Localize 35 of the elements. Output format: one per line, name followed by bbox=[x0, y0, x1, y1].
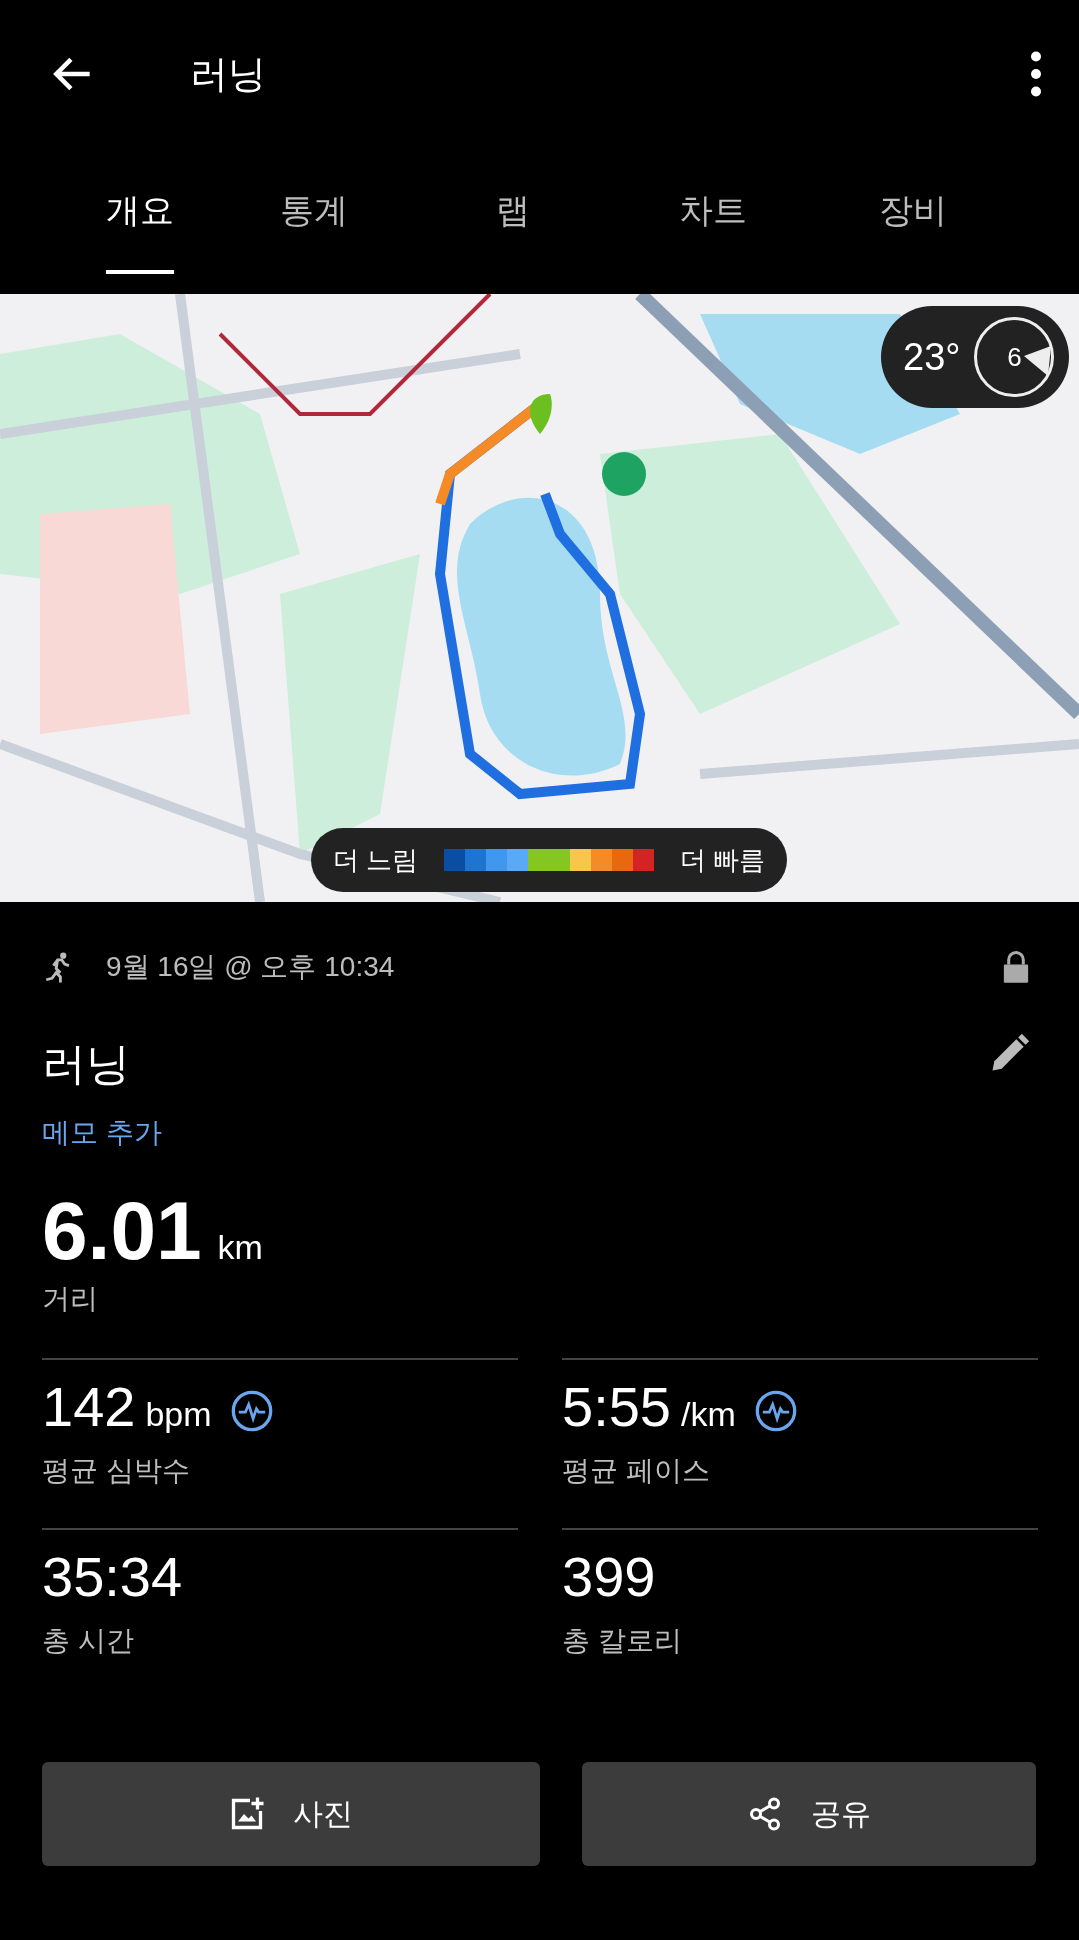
distance-unit: km bbox=[217, 1228, 263, 1267]
tab[interactable]: 개요 bbox=[105, 148, 174, 274]
metric-label: 평균 페이스 bbox=[562, 1454, 711, 1488]
tab[interactable]: 랩 bbox=[453, 148, 574, 272]
tab[interactable]: 통계 bbox=[253, 148, 374, 272]
distance-value: 6.01 bbox=[42, 1190, 202, 1272]
metric-label: 총 시간 bbox=[42, 1624, 135, 1658]
more-icon[interactable] bbox=[1029, 49, 1043, 99]
activity-date: 9월 16일 @ 오후 10:34 bbox=[106, 950, 396, 984]
add-photo-icon bbox=[229, 1796, 265, 1832]
tab[interactable]: 차트 bbox=[653, 148, 774, 272]
tab[interactable]: 장비 bbox=[853, 148, 974, 272]
metric-value: 5:55 bbox=[562, 1376, 671, 1438]
share-button[interactable]: 공유 bbox=[582, 1762, 1036, 1866]
lock-icon[interactable] bbox=[1001, 950, 1031, 984]
add-memo-link[interactable]: 메모 추가 bbox=[42, 1114, 162, 1152]
wind-direction-icon bbox=[1024, 346, 1053, 376]
photo-button[interactable]: 사진 bbox=[42, 1762, 540, 1866]
wind-dial: 6 bbox=[974, 317, 1055, 397]
metric-label: 평균 심박수 bbox=[42, 1454, 191, 1488]
metric-value: 142 bbox=[42, 1376, 136, 1438]
metric-unit: bpm bbox=[145, 1395, 212, 1434]
screen-title: 러닝 bbox=[190, 51, 267, 97]
heartbeat-icon[interactable] bbox=[229, 1389, 274, 1433]
distance-label: 거리 bbox=[42, 1282, 99, 1316]
metric-unit: /km bbox=[681, 1395, 736, 1434]
temperature: 23° bbox=[903, 335, 961, 379]
activity-title: 러닝 bbox=[42, 1037, 130, 1090]
heartbeat-icon[interactable] bbox=[753, 1389, 798, 1433]
share-icon bbox=[747, 1796, 783, 1832]
legend-label: 더 느림 bbox=[333, 843, 419, 877]
metric-value: 399 bbox=[562, 1546, 656, 1608]
legend-label: 더 빠름 bbox=[680, 843, 766, 877]
metric-value: 35:34 bbox=[42, 1546, 183, 1608]
metric-label: 총 칼로리 bbox=[562, 1624, 683, 1658]
